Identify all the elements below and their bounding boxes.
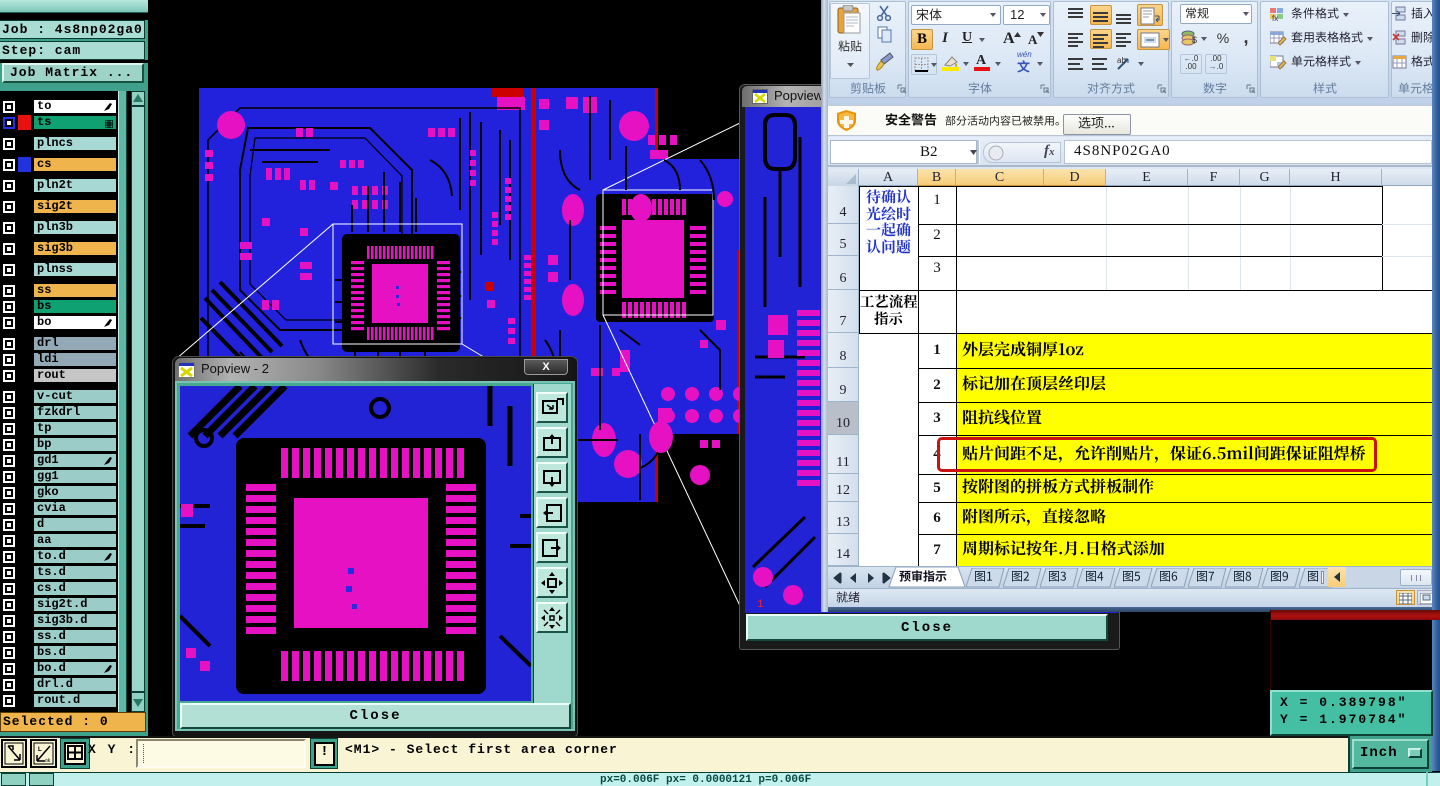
svg-text:fx: fx: [1272, 14, 1278, 22]
svg-text:ab: ab: [1117, 56, 1126, 65]
svg-text:ok: ok: [45, 758, 51, 764]
svg-text:$: $: [1192, 35, 1197, 45]
svg-text:L: L: [38, 747, 42, 753]
svg-text:1: 1: [757, 599, 764, 611]
